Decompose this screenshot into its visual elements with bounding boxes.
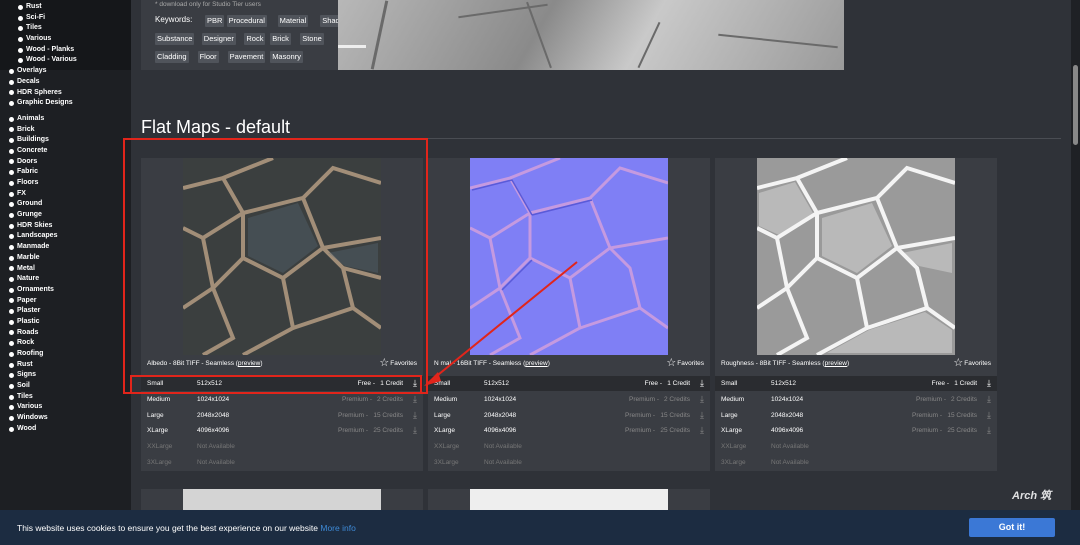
got-it-button[interactable]: Got it! [969, 518, 1055, 537]
more-info-link[interactable]: More info [320, 523, 355, 533]
cookie-text: This website uses cookies to ensure you … [17, 523, 356, 533]
annotation-arrow [424, 261, 578, 386]
cookie-banner: This website uses cookies to ensure you … [0, 510, 1080, 545]
